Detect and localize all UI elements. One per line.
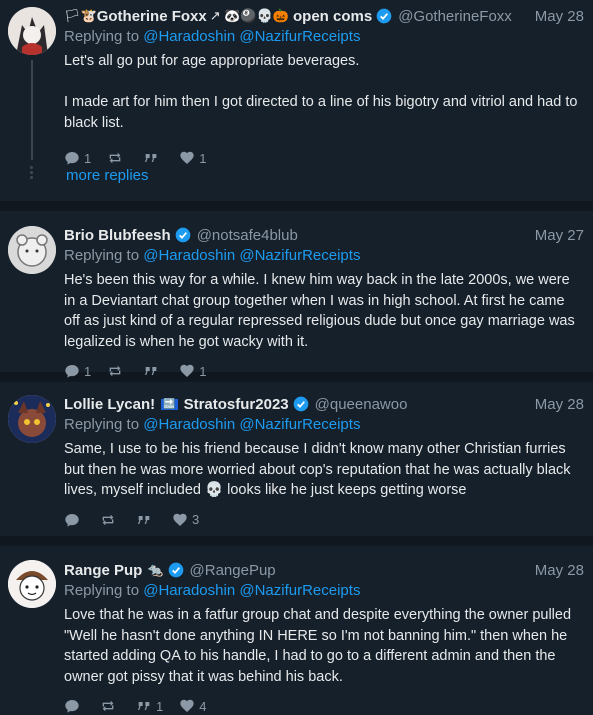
handle[interactable]: @notsafe4blub <box>197 227 298 244</box>
avatar[interactable] <box>8 7 56 55</box>
reply-button[interactable] <box>64 512 84 528</box>
post-brio[interactable]: Brio Blubfeesh @notsafe4blub May 27 Repl… <box>0 211 593 379</box>
post-date[interactable]: May 28 <box>535 396 584 413</box>
verified-icon <box>175 227 191 243</box>
verified-icon <box>168 562 183 578</box>
like-count: 4 <box>199 698 207 714</box>
name-suffix[interactable]: open coms <box>293 8 372 25</box>
repost-button[interactable] <box>107 150 127 166</box>
post-date[interactable]: May 28 <box>535 8 584 25</box>
display-name[interactable]: Brio Blubfeesh <box>64 227 171 244</box>
post-date[interactable]: May 28 <box>535 562 584 579</box>
reply-icon <box>65 700 79 713</box>
verified-icon <box>376 8 392 24</box>
reply-context: Replying to @Haradoshin @NazifurReceipts <box>64 27 584 47</box>
reply-mention[interactable]: @Haradoshin <box>143 582 235 599</box>
handle[interactable]: @GotherineFoxx <box>398 8 512 25</box>
quote-count: 1 <box>156 698 164 714</box>
repost-icon <box>102 514 114 525</box>
handle[interactable]: @queenawoo <box>315 396 408 413</box>
quote-icon <box>145 367 157 375</box>
display-name[interactable]: Gotherine Foxx <box>97 8 207 25</box>
avatar[interactable] <box>8 560 56 608</box>
reply-context: Replying to @Haradoshin @NazifurReceipts <box>64 415 584 435</box>
like-icon <box>180 151 194 164</box>
like-icon <box>180 364 194 377</box>
reply-count: 1 <box>84 150 92 166</box>
post-text: Love that he was in a fatfur group chat … <box>64 607 576 685</box>
display-name[interactable]: Range Pup <box>64 562 142 579</box>
name-badges: ↗ 🐼🎱💀🎃 <box>209 8 289 23</box>
reply-count: 1 <box>84 363 92 379</box>
post-lollie[interactable]: Lollie Lycan! 🔜 Stratosfur2023 @queenawo… <box>0 382 593 536</box>
reply-mention[interactable]: @NazifurReceipts <box>239 416 360 433</box>
like-count: 1 <box>199 150 207 166</box>
reply-icon <box>65 513 79 527</box>
reply-icon <box>65 152 79 165</box>
divider <box>0 536 593 546</box>
reply-prefix: Replying to <box>64 416 140 433</box>
reply-mention[interactable]: @NazifurReceipts <box>239 28 360 45</box>
post-rangepup[interactable]: Range Pup 🐀 @RangePup May 28 Replying to… <box>0 546 593 714</box>
reply-mention[interactable]: @NazifurReceipts <box>239 582 360 599</box>
quote-button[interactable] <box>143 363 163 379</box>
like-count: 1 <box>199 363 207 379</box>
quote-icon <box>138 515 150 524</box>
avatar[interactable] <box>8 226 56 274</box>
more-replies-link[interactable]: more replies <box>66 167 149 184</box>
like-icon <box>173 513 187 526</box>
reply-prefix: Replying to <box>64 28 140 45</box>
quote-button[interactable] <box>143 150 163 166</box>
reply-button[interactable]: 1 <box>64 150 91 166</box>
name-badges: 🔜 <box>161 398 178 410</box>
reply-prefix: Replying to <box>64 582 140 599</box>
reply-icon <box>65 365 79 378</box>
display-name[interactable]: Lollie Lycan! <box>64 396 155 413</box>
repost-icon <box>109 365 121 377</box>
thread-line <box>31 60 33 160</box>
name-prefix: 🏳🐮 <box>64 8 97 23</box>
post-text: He's been this way for a while. I knew h… <box>64 272 579 350</box>
repost-icon <box>102 700 114 712</box>
name-badges: 🐀 <box>147 562 164 577</box>
post-text: Same, I use to be his friend because I d… <box>64 441 575 498</box>
like-button[interactable]: 4 <box>179 698 206 714</box>
quote-icon <box>145 154 157 162</box>
verified-icon <box>293 396 308 412</box>
post-date[interactable]: May 27 <box>535 227 584 244</box>
reply-context: Replying to @Haradoshin @NazifurReceipts <box>64 581 584 601</box>
avatar[interactable] <box>8 395 56 443</box>
repost-icon <box>109 152 121 164</box>
reply-mention[interactable]: @Haradoshin <box>143 416 235 433</box>
thread-dots <box>28 164 34 181</box>
reply-button[interactable] <box>64 698 84 714</box>
reply-button[interactable]: 1 <box>64 363 91 379</box>
name-suffix[interactable]: Stratosfur2023 <box>184 396 289 413</box>
reply-prefix: Replying to <box>64 247 140 264</box>
reply-context: Replying to @Haradoshin @NazifurReceipts <box>64 246 584 266</box>
quote-icon <box>138 702 150 710</box>
quote-button[interactable] <box>136 512 156 528</box>
divider <box>0 201 593 211</box>
like-count: 3 <box>192 512 200 527</box>
reply-mention[interactable]: @Haradoshin <box>143 247 235 264</box>
quote-button[interactable]: 1 <box>136 698 163 714</box>
post-text: Let's all go put for age appropriate bev… <box>64 53 578 131</box>
like-button[interactable]: 3 <box>172 512 199 528</box>
reply-mention[interactable]: @NazifurReceipts <box>239 247 360 264</box>
reply-mention[interactable]: @Haradoshin <box>143 28 235 45</box>
like-button[interactable]: 1 <box>179 150 206 166</box>
repost-button[interactable] <box>107 363 127 379</box>
like-button[interactable]: 1 <box>179 363 206 379</box>
handle[interactable]: @RangePup <box>190 562 276 579</box>
repost-button[interactable] <box>100 698 120 714</box>
repost-button[interactable] <box>100 512 120 528</box>
like-icon <box>180 699 194 712</box>
post-gotherine[interactable]: 🏳🐮 Gotherine Foxx ↗ 🐼🎱💀🎃 open coms @Goth… <box>0 0 593 201</box>
